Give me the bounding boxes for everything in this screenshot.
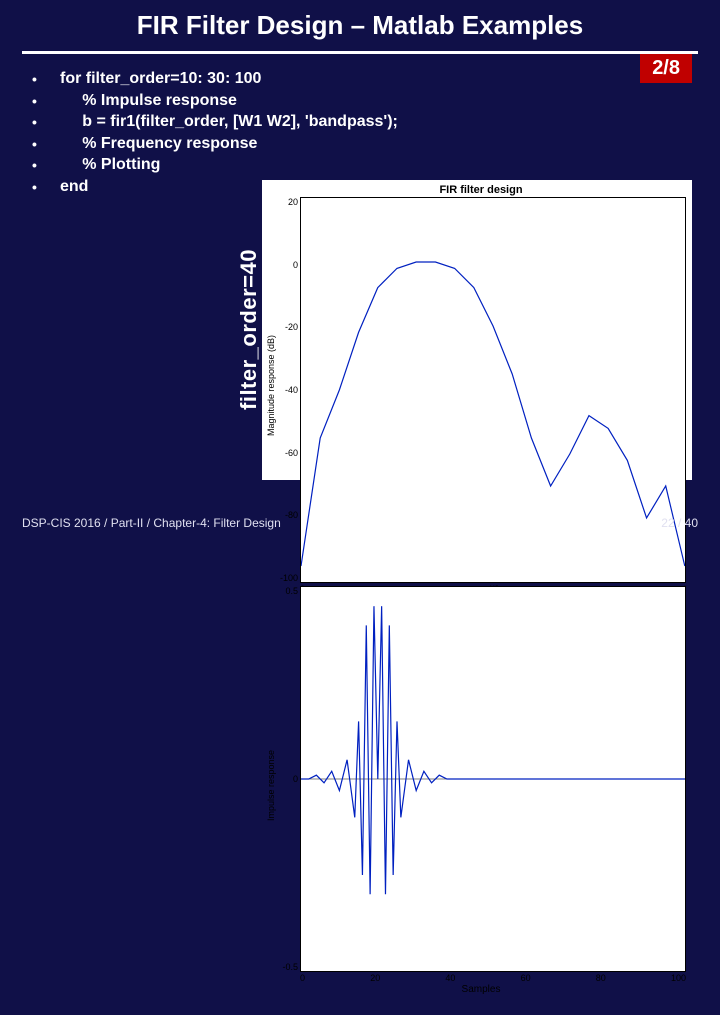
code-line: % Plotting	[60, 154, 160, 176]
impulse-yticks: 0.5 0 -0.5	[276, 586, 300, 972]
impulse-xlabel: Samples	[276, 983, 686, 995]
code-line: end	[60, 176, 88, 198]
impulse-plot: Impulse response 0.5 0 -0.5	[264, 586, 686, 985]
page-title: FIR Filter Design – Matlab Examples	[0, 0, 720, 41]
code-line: % Impulse response	[60, 90, 237, 112]
footer-left: DSP-CIS 2016 / Part-II / Chapter-4: Filt…	[22, 516, 281, 530]
magnitude-title: FIR filter design	[276, 184, 686, 197]
footer-right: 22 / 40	[661, 516, 698, 530]
impulse-xticks: 0 20 40 60 80 100	[276, 972, 686, 983]
code-line: for filter_order=10: 30: 100	[60, 68, 261, 90]
impulse-axes	[300, 586, 686, 972]
page-badge: 2/8	[640, 54, 692, 83]
impulse-ylabel: Impulse response	[264, 586, 276, 985]
code-line: % Frequency response	[60, 133, 257, 155]
figure-side-label: filter_order=40	[232, 180, 262, 480]
code-listing: •for filter_order=10: 30: 100 • % Impuls…	[32, 68, 688, 198]
content-area: 2/8 •for filter_order=10: 30: 100 • % Im…	[0, 54, 720, 198]
plots-panel: Magnitude response (dB) FIR filter desig…	[262, 180, 692, 480]
footer: DSP-CIS 2016 / Part-II / Chapter-4: Filt…	[0, 516, 720, 530]
figure: filter_order=40 Magnitude response (dB) …	[232, 180, 692, 480]
code-line: b = fir1(filter_order, [W1 W2], 'bandpas…	[60, 111, 398, 133]
